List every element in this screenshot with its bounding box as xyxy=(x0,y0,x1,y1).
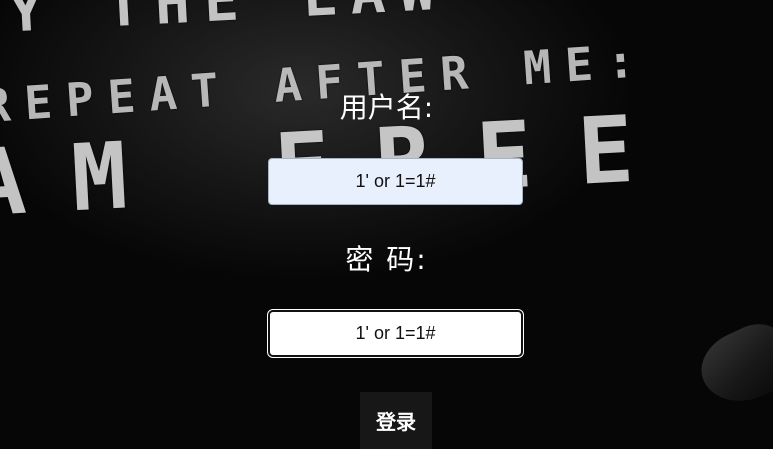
username-label: 用户名: xyxy=(339,91,434,124)
login-button[interactable]: 登录 xyxy=(360,392,432,449)
password-label: 密 码: xyxy=(345,243,428,276)
password-input[interactable] xyxy=(268,310,523,357)
login-form: 用户名: 密 码: 登录 xyxy=(0,0,773,449)
username-input[interactable] xyxy=(268,158,523,205)
login-page: Y THE LAW REPEAT AFTER ME: AM FREE 用户名: … xyxy=(0,0,773,449)
